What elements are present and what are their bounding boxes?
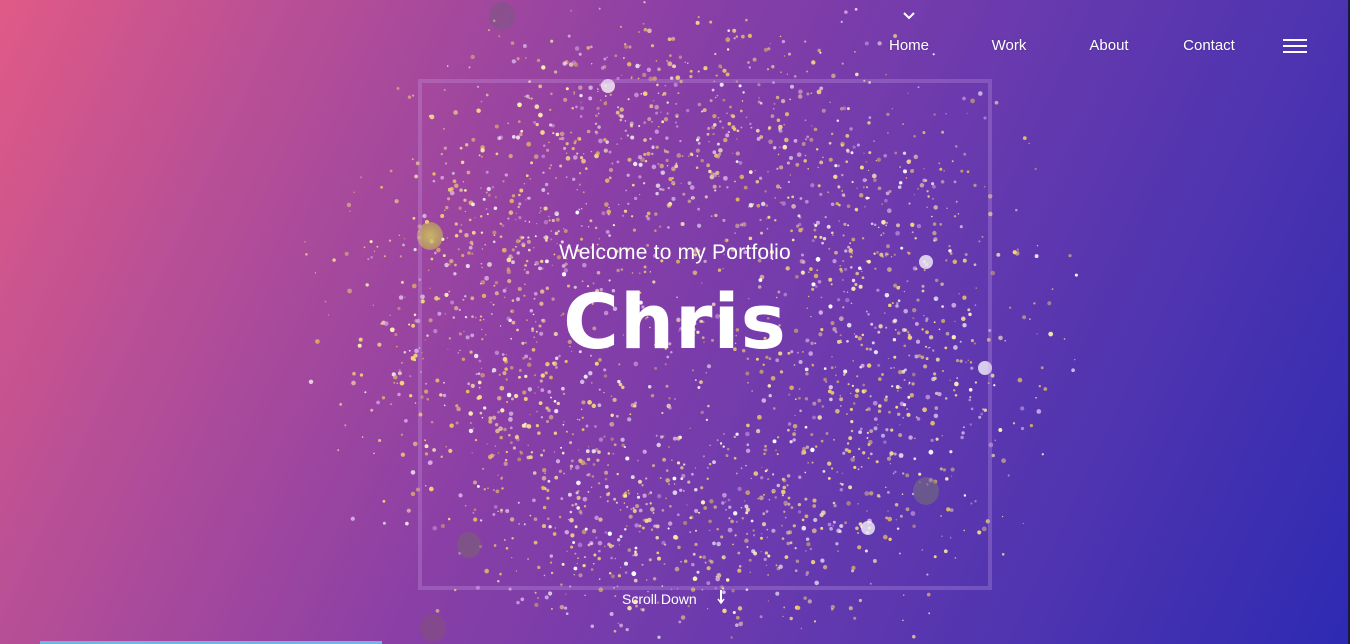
portfolio-page: Home Work About Contact Welcome to my Po… (0, 0, 1350, 644)
chevron-down-icon (903, 12, 915, 20)
top-navigation: Home Work About Contact (0, 0, 1350, 80)
nav-item-contact[interactable]: Contact (1159, 37, 1259, 54)
nav-item-home[interactable]: Home (859, 37, 959, 54)
hero-subtitle: Welcome to my Portfolio (559, 241, 791, 264)
arrow-down-icon (717, 590, 725, 605)
hero-title: Chris (563, 277, 787, 366)
bokeh-orb (420, 614, 446, 642)
nav-item-about[interactable]: About (1059, 37, 1159, 54)
hamburger-menu-icon[interactable] (1283, 39, 1309, 55)
nav-item-work[interactable]: Work (959, 37, 1059, 54)
scroll-down-label: Scroll Down (622, 591, 697, 607)
scroll-down-button[interactable]: Scroll Down (610, 588, 740, 610)
